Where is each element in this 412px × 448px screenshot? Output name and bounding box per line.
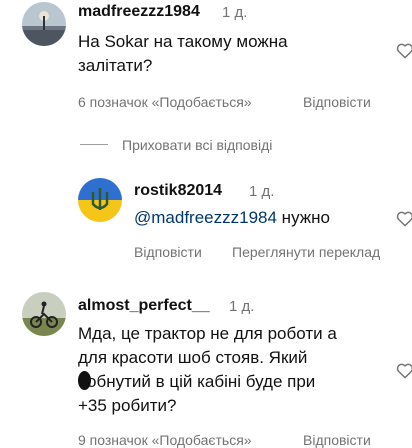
hide-replies-button[interactable]: Приховати всі відповіді: [80, 136, 272, 154]
hide-replies-label: Приховати всі відповіді: [122, 136, 273, 153]
divider-line: [80, 144, 108, 146]
reply-button[interactable]: Відповісти: [303, 94, 371, 110]
comment-text-line: для красоти шоб стояв. Який: [78, 348, 308, 367]
reply-button[interactable]: Відповісти: [303, 432, 371, 448]
comment-text-line: обнутий в цій кабіні буде при: [87, 372, 316, 391]
comment-username[interactable]: madfreezzz1984: [78, 3, 200, 21]
comment-time: 1 д.: [249, 183, 275, 200]
comment: almost_perfect__ 1 д. Мда, це трактор не…: [0, 288, 412, 448]
mention-link[interactable]: @madfreezzz1984: [134, 208, 277, 227]
comment-text-line: +35 робити?: [78, 396, 177, 415]
motorcycle-field-avatar-image: [22, 292, 66, 336]
comment-text-line: Мда, це трактор не для роботи а: [78, 324, 337, 343]
avatar[interactable]: [78, 178, 122, 222]
heart-outline-icon[interactable]: [396, 42, 412, 64]
ukraine-flag-trident-avatar-image: [78, 178, 122, 222]
like-count[interactable]: 6 позначок «Подобається»: [78, 94, 252, 110]
comment-username[interactable]: almost_perfect__: [78, 297, 210, 315]
comment: madfreezzz1984 1 д. На Sokar на такому м…: [0, 0, 412, 120]
comment-time: 1 д.: [222, 4, 248, 21]
translate-button[interactable]: Переглянути переклад: [232, 244, 380, 260]
comment-text-line: На Sokar на такому можна: [78, 32, 288, 51]
comment-text-line: залітати?: [78, 56, 153, 75]
comment-username[interactable]: rostik82014: [134, 182, 222, 200]
reply-comment: rostik82014 1 д. @madfreezzz1984 нужно В…: [0, 170, 412, 280]
comment-text-line-obscured: обнутий в цій кабіні буде при: [78, 370, 315, 394]
heart-outline-icon[interactable]: [396, 362, 412, 384]
comment-time: 1 д.: [229, 298, 255, 315]
landscape-avatar-image: [22, 2, 66, 46]
like-count[interactable]: 9 позначок «Подобається»: [78, 432, 252, 448]
comment-text-rest: нужно: [276, 208, 330, 227]
avatar[interactable]: [22, 292, 66, 336]
comment-text: @madfreezzz1984 нужно: [134, 206, 330, 230]
reply-button[interactable]: Відповісти: [134, 244, 202, 260]
heart-outline-icon[interactable]: [396, 210, 412, 232]
avatar[interactable]: [22, 2, 66, 46]
